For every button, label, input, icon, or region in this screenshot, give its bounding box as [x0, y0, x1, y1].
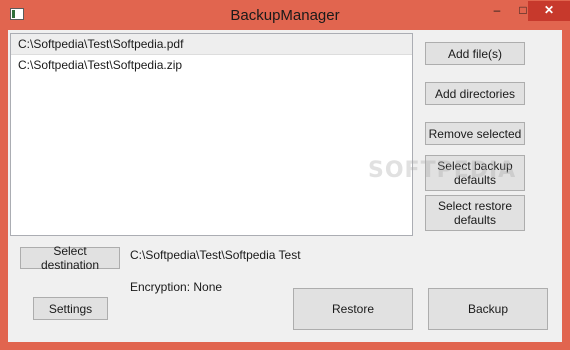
add-directories-button[interactable]: Add directories [425, 82, 525, 105]
remove-selected-button[interactable]: Remove selected [425, 122, 525, 145]
title-bar[interactable]: BackupManager – □ ✕ [0, 0, 570, 30]
backup-button[interactable]: Backup [428, 288, 548, 330]
encryption-status: Encryption: None [130, 280, 223, 294]
add-files-button[interactable]: Add file(s) [425, 42, 525, 65]
select-destination-button[interactable]: Select destination [20, 244, 120, 272]
close-button[interactable]: ✕ [528, 1, 570, 21]
select-restore-defaults-button[interactable]: Select restore defaults [425, 195, 525, 231]
watermark: SOFTPEDIA [368, 158, 517, 183]
minimize-button[interactable]: – [484, 1, 510, 21]
select-restore-defaults-label-line2: defaults [453, 213, 497, 227]
settings-button[interactable]: Settings [33, 297, 108, 320]
select-restore-defaults-label-line1: Select restore [437, 199, 513, 213]
backup-manager-window: BackupManager – □ ✕ C:\Softpedia\Test\So… [0, 0, 570, 350]
file-list[interactable]: C:\Softpedia\Test\Softpedia.pdf C:\Softp… [10, 33, 413, 236]
restore-button[interactable]: Restore [293, 288, 413, 330]
file-list-item[interactable]: C:\Softpedia\Test\Softpedia.zip [11, 55, 412, 75]
client-area: C:\Softpedia\Test\Softpedia.pdf C:\Softp… [8, 30, 562, 342]
destination-path: C:\Softpedia\Test\Softpedia Test [130, 248, 301, 262]
file-list-item[interactable]: C:\Softpedia\Test\Softpedia.pdf [11, 34, 412, 55]
